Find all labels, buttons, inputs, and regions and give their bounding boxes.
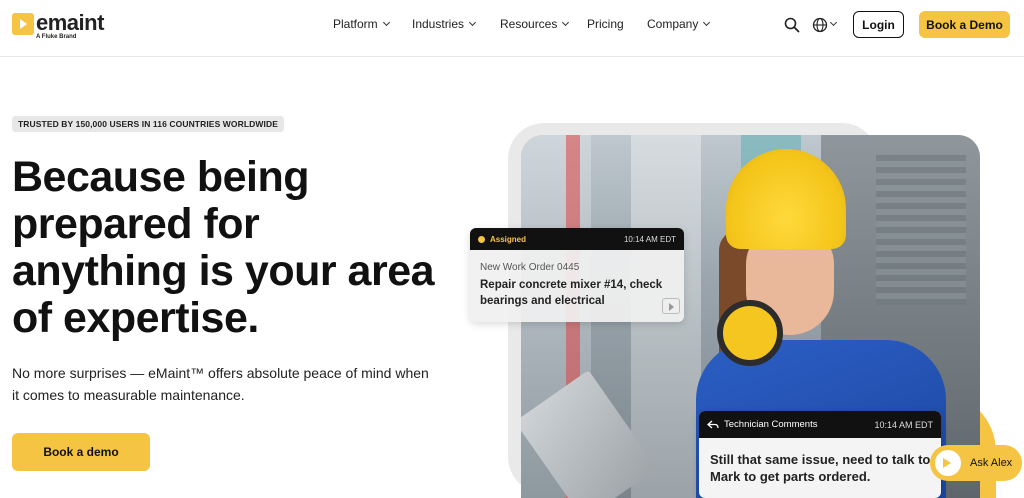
play-arrow-icon	[662, 298, 680, 314]
reply-icon	[707, 420, 719, 428]
hero-subtext: No more surprises — eMaint™ offers absol…	[12, 365, 429, 403]
nav-item-label: Pricing	[587, 17, 624, 31]
technician-comment-text: Still that same issue, need to talk to M…	[710, 452, 931, 484]
search-icon[interactable]	[784, 17, 800, 33]
status-dot-icon	[478, 235, 485, 243]
trusted-badge: TRUSTED BY 150,000 USERS IN 116 COUNTRIE…	[12, 116, 284, 132]
emaint-logo[interactable]: emaint A Fluke Brand	[12, 9, 112, 43]
logo-subtitle: A Fluke Brand	[36, 34, 77, 40]
hero-headline: Because being prepared for anything is y…	[12, 153, 435, 342]
alex-avatar	[933, 448, 963, 478]
nav-item-pricing[interactable]: Pricing	[587, 17, 624, 31]
book-demo-cta-button[interactable]: Book a demo	[12, 433, 150, 471]
nav-item-resources[interactable]: Resources	[500, 17, 570, 31]
nav-item-platform[interactable]: Platform	[333, 17, 390, 31]
chevron-down-icon[interactable]	[829, 18, 838, 27]
work-order-number: New Work Order 0445	[480, 262, 580, 273]
login-button[interactable]: Login	[853, 11, 904, 38]
nav-item-label: Platform	[333, 17, 378, 31]
status-time: 10:14 AM EDT	[623, 234, 676, 244]
technician-comments-title: Technician Comments	[724, 419, 818, 430]
logo-text: emaint	[36, 10, 104, 35]
ask-alex-chat-button[interactable]: Ask Alex	[930, 445, 1022, 481]
nav-item-industries[interactable]: Industries	[412, 17, 477, 31]
technician-comments-card: Technician Comments 10:14 AM EDT Still t…	[699, 411, 941, 498]
chevron-down-icon	[562, 18, 570, 27]
work-order-description: Repair concrete mixer #14, check bearing…	[480, 279, 663, 307]
book-demo-button[interactable]: Book a Demo	[919, 11, 1010, 38]
chevron-down-icon	[382, 18, 390, 27]
chevron-down-icon	[703, 18, 711, 27]
logo-mark-icon	[12, 13, 34, 35]
nav-item-label: Resources	[500, 17, 558, 31]
chevron-down-icon	[468, 18, 477, 27]
work-order-card: Assigned 10:14 AM EDT New Work Order 044…	[470, 228, 684, 322]
globe-icon[interactable]	[812, 17, 828, 33]
site-header: emaint A Fluke Brand Platform Industries…	[0, 0, 1024, 57]
ask-alex-label: Ask Alex	[970, 457, 1013, 469]
nav-item-company[interactable]: Company	[647, 17, 711, 31]
technician-comments-bar: Technician Comments 10:14 AM EDT	[699, 411, 941, 438]
status-label: Assigned	[490, 234, 527, 244]
nav-item-label: Company	[647, 17, 699, 31]
technician-comments-time: 10:14 AM EDT	[874, 419, 933, 430]
nav-item-label: Industries	[412, 17, 465, 31]
work-order-status-bar: Assigned 10:14 AM EDT	[470, 228, 684, 250]
